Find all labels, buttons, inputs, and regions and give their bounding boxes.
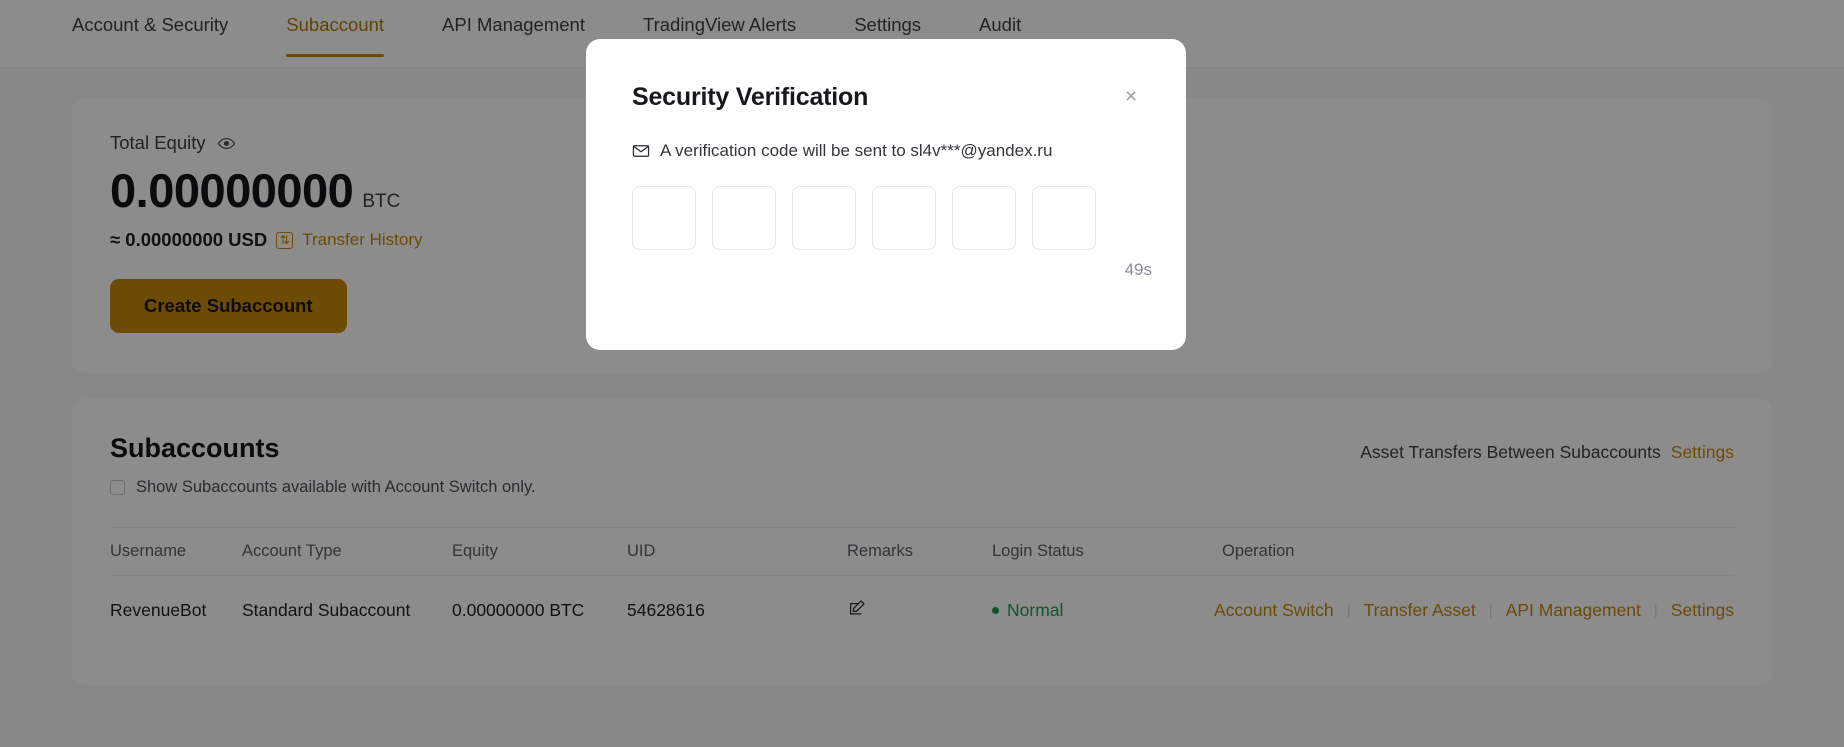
- code-input-4[interactable]: [872, 186, 936, 250]
- close-icon[interactable]: ×: [1118, 83, 1144, 109]
- modal-title: Security Verification: [632, 83, 869, 111]
- mail-icon: [632, 142, 650, 160]
- code-input-5[interactable]: [952, 186, 1016, 250]
- code-input-2[interactable]: [712, 186, 776, 250]
- code-input-1[interactable]: [632, 186, 696, 250]
- verification-message-row: A verification code will be sent to sl4v…: [632, 141, 1140, 161]
- resend-timer: 49s: [1124, 260, 1152, 279]
- verification-message: A verification code will be sent to sl4v…: [660, 141, 1053, 160]
- security-verification-modal: Security Verification × A verification c…: [586, 39, 1186, 350]
- verification-code-inputs: [632, 186, 1140, 250]
- code-input-6[interactable]: [1032, 186, 1096, 250]
- code-input-3[interactable]: [792, 186, 856, 250]
